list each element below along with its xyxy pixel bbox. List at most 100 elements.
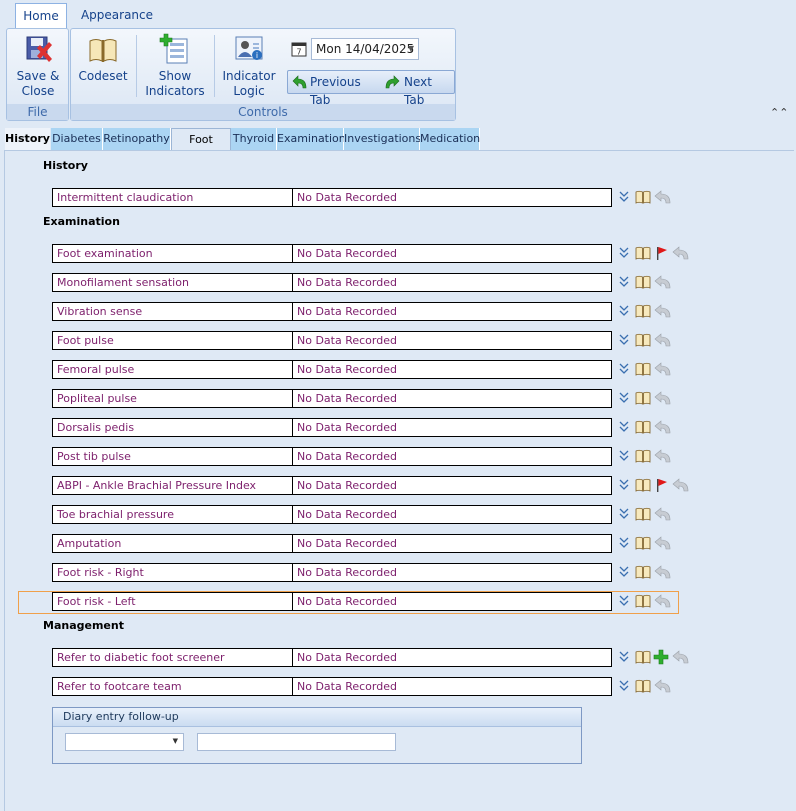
tab-foot-exam[interactable]: Foot Exam — [171, 128, 231, 168]
row-actions — [615, 303, 705, 320]
codeset-book-icon[interactable] — [635, 649, 651, 665]
codeset-label: Codeset — [78, 69, 128, 83]
undo-arrow-icon[interactable] — [671, 477, 689, 493]
codeset-book-icon[interactable] — [635, 390, 651, 406]
row-value-field[interactable]: No Data Recorded — [292, 476, 612, 495]
undo-arrow-icon[interactable] — [653, 535, 671, 551]
collapse-ribbon-icon[interactable]: ⌃⌃ — [770, 106, 788, 119]
expand-chevron-icon[interactable] — [619, 651, 635, 667]
row-value-field[interactable]: No Data Recorded — [292, 563, 612, 582]
tab-investigations[interactable]: Investigations — [344, 128, 421, 150]
undo-arrow-icon[interactable] — [653, 189, 671, 205]
expand-chevron-icon[interactable] — [619, 421, 635, 437]
row-value-field[interactable]: No Data Recorded — [292, 418, 612, 437]
codeset-book-icon[interactable] — [635, 448, 651, 464]
tab-medication[interactable]: Medication — [420, 128, 480, 150]
expand-chevron-icon[interactable] — [619, 305, 635, 321]
row-value-field[interactable]: No Data Recorded — [292, 648, 612, 667]
undo-arrow-icon[interactable] — [653, 274, 671, 290]
undo-arrow-icon[interactable] — [653, 332, 671, 348]
row-monofilament-sensation: Monofilament sensation No Data Recorded — [52, 273, 671, 292]
codeset-book-icon[interactable] — [635, 303, 651, 319]
expand-chevron-icon[interactable] — [619, 508, 635, 524]
expand-chevron-icon[interactable] — [619, 334, 635, 350]
row-value-field[interactable]: No Data Recorded — [292, 447, 612, 466]
codeset-book-icon[interactable] — [635, 477, 651, 493]
undo-arrow-icon[interactable] — [653, 390, 671, 406]
row-value-field[interactable]: No Data Recorded — [292, 273, 612, 292]
previous-tab-button[interactable]: Previous Tab — [292, 73, 380, 107]
expand-chevron-icon[interactable] — [619, 566, 635, 582]
row-value-field[interactable]: No Data Recorded — [292, 302, 612, 321]
ribbon-tab-appearance[interactable]: Appearance — [78, 3, 156, 28]
row-femoral-pulse: Femoral pulse No Data Recorded — [52, 360, 671, 379]
row-label: Amputation — [52, 534, 293, 553]
red-flag-icon[interactable] — [653, 477, 669, 493]
undo-arrow-icon[interactable] — [653, 303, 671, 319]
codeset-book-icon[interactable] — [635, 245, 651, 261]
chevron-down-icon[interactable]: ▼ — [173, 737, 178, 745]
row-value-field[interactable]: No Data Recorded — [292, 244, 612, 263]
row-value-field[interactable]: No Data Recorded — [292, 360, 612, 379]
save-close-label: Save & Close — [16, 69, 60, 98]
row-label: Foot risk - Right — [52, 563, 293, 582]
codeset-book-icon[interactable] — [635, 678, 651, 694]
row-value-field[interactable]: No Data Recorded — [292, 505, 612, 524]
undo-arrow-icon[interactable] — [653, 361, 671, 377]
codeset-book-icon[interactable] — [635, 419, 651, 435]
calendar-icon: 7 — [291, 41, 307, 60]
undo-arrow-icon[interactable] — [653, 678, 671, 694]
tab-examination[interactable]: Examination — [277, 128, 346, 150]
expand-chevron-icon[interactable] — [619, 247, 635, 263]
row-value-field[interactable]: No Data Recorded — [292, 331, 612, 350]
row-value-field[interactable]: No Data Recorded — [292, 677, 612, 696]
expand-chevron-icon[interactable] — [619, 392, 635, 408]
tab-navigation-bar: Previous Tab Next Tab — [287, 70, 455, 107]
undo-arrow-icon[interactable] — [671, 245, 689, 261]
codeset-book-icon[interactable] — [635, 189, 651, 205]
chevron-down-icon[interactable]: ▼ — [408, 39, 414, 59]
expand-chevron-icon[interactable] — [619, 450, 635, 466]
codeset-button[interactable]: Codeset — [75, 33, 131, 84]
row-amputation: Amputation No Data Recorded — [52, 534, 671, 553]
codeset-book-icon[interactable] — [635, 506, 651, 522]
expand-chevron-icon[interactable] — [619, 479, 635, 495]
next-arrow-icon — [384, 74, 400, 95]
codeset-book-icon[interactable] — [635, 535, 651, 551]
tab-thyroid[interactable]: Thyroid — [231, 128, 277, 150]
codeset-book-icon[interactable] — [635, 274, 651, 290]
expand-chevron-icon[interactable] — [619, 276, 635, 292]
indicator-logic-button[interactable]: i Indicator Logic — [219, 33, 279, 99]
row-value-field[interactable]: No Data Recorded — [292, 188, 612, 207]
undo-arrow-icon[interactable] — [653, 564, 671, 580]
show-indicators-button[interactable]: Show Indicators — [143, 33, 207, 99]
tab-diabetes[interactable]: Diabetes — [51, 128, 103, 150]
diary-period-select[interactable]: ▼ — [65, 733, 184, 751]
tab-retinopathy[interactable]: Retinopathy — [103, 128, 171, 150]
row-value-field[interactable]: No Data Recorded — [292, 389, 612, 408]
row-actions — [615, 390, 705, 407]
tab-history[interactable]: History — [5, 128, 50, 150]
codeset-book-icon[interactable] — [635, 564, 651, 580]
expand-chevron-icon[interactable] — [619, 191, 635, 207]
codeset-book-icon[interactable] — [635, 332, 651, 348]
add-plus-icon[interactable] — [653, 649, 669, 665]
codeset-book-icon[interactable] — [635, 361, 651, 377]
red-flag-icon[interactable] — [653, 245, 669, 261]
diary-text-input[interactable] — [197, 733, 396, 751]
row-value-field[interactable]: No Data Recorded — [292, 534, 612, 553]
row-label: Femoral pulse — [52, 360, 293, 379]
date-combo[interactable]: Mon 14/04/2025 ▼ — [311, 38, 419, 60]
undo-arrow-icon[interactable] — [671, 649, 689, 665]
diary-entry-panel: Diary entry follow-up ▼ — [52, 707, 582, 764]
save-close-button[interactable]: Save & Close — [11, 33, 65, 99]
undo-arrow-icon[interactable] — [653, 448, 671, 464]
ribbon-tab-home[interactable]: Home — [15, 3, 67, 29]
date-picker[interactable]: 7 Mon 14/04/2025 ▼ — [291, 38, 419, 60]
expand-chevron-icon[interactable] — [619, 363, 635, 379]
undo-arrow-icon[interactable] — [653, 419, 671, 435]
undo-arrow-icon[interactable] — [653, 506, 671, 522]
expand-chevron-icon[interactable] — [619, 537, 635, 553]
next-tab-button[interactable]: Next Tab — [384, 73, 454, 107]
expand-chevron-icon[interactable] — [619, 680, 635, 696]
